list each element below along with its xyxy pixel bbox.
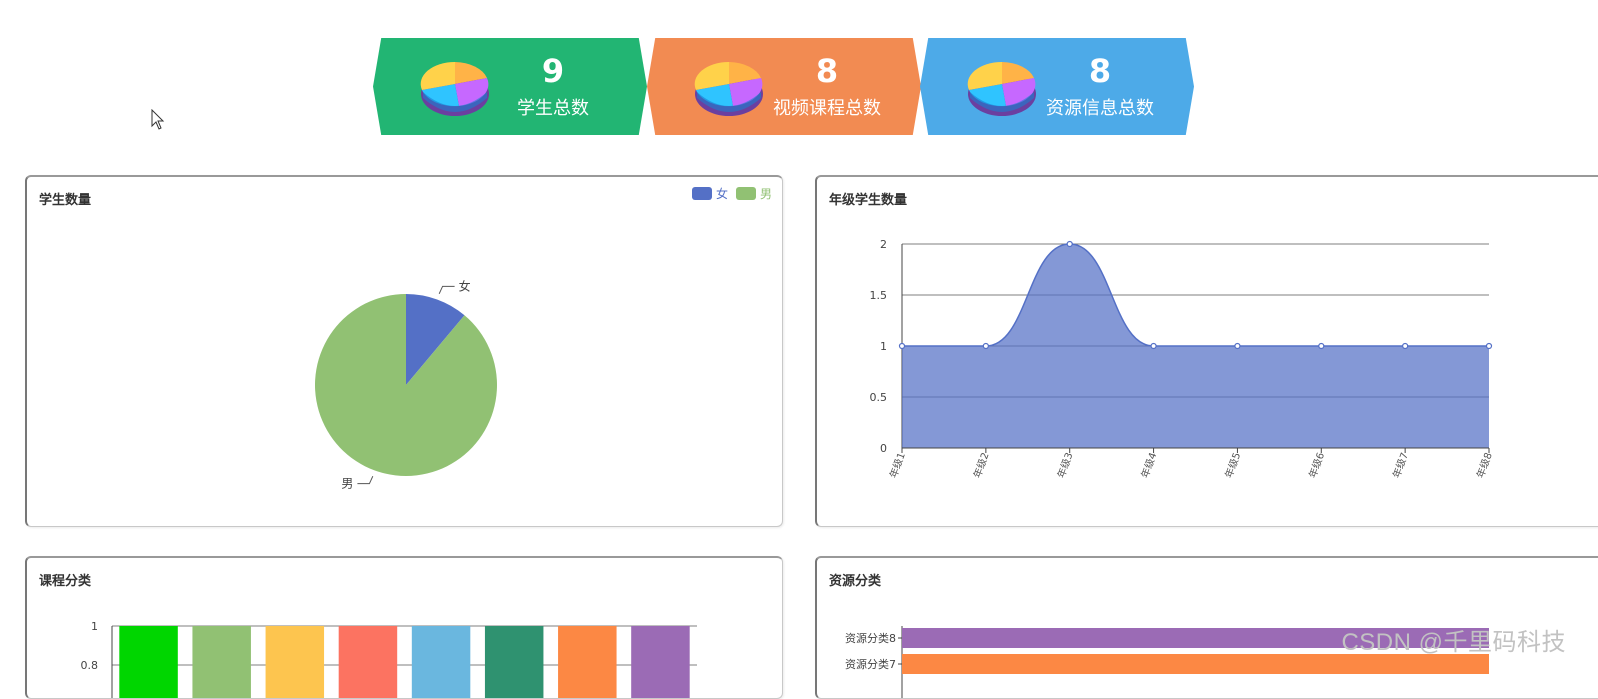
stat-value: 8 <box>815 52 839 90</box>
y-tick-label: 1 <box>91 620 98 633</box>
data-point <box>898 342 906 350</box>
stat-resources: 8 资源信息总数 <box>920 38 1194 135</box>
bar <box>902 654 1489 674</box>
y-tick-label: 1 <box>880 340 887 353</box>
y-tick-label: 资源分类7 <box>845 657 896 671</box>
data-point <box>982 342 989 350</box>
stat-videos: 8 视频课程总数 <box>647 38 921 135</box>
pie-chart: 女男 <box>314 278 498 491</box>
bar <box>484 626 544 698</box>
bar <box>558 626 617 698</box>
y-tick-label: 0.8 <box>81 659 99 672</box>
y-tick-label: 0.5 <box>870 391 888 404</box>
bar <box>119 626 178 698</box>
data-point <box>1318 342 1325 350</box>
y-tick-label: 资源分类8 <box>845 631 896 645</box>
stat-students: 9 学生总数 <box>373 38 647 135</box>
stat-label: 视频课程总数 <box>773 98 881 119</box>
data-point <box>1485 342 1493 350</box>
pie-label-line <box>438 285 455 295</box>
bar <box>192 626 251 698</box>
stat-value: 9 <box>541 52 565 90</box>
y-tick-label: 2 <box>880 238 887 251</box>
pie-slice <box>314 294 498 476</box>
y-tick-label: 0 <box>880 442 887 455</box>
data-point <box>1066 240 1073 248</box>
watermark: CSDN @千里码科技 <box>1341 629 1566 656</box>
bar <box>338 626 398 698</box>
data-point <box>1402 342 1409 350</box>
pie-label-line <box>357 475 374 485</box>
data-point <box>1234 342 1241 350</box>
mouse-cursor-icon <box>151 109 165 130</box>
x-tick-label: 年级4 <box>1138 451 1159 480</box>
x-tick-label: 年级1 <box>887 451 908 480</box>
x-tick-label: 年级2 <box>970 451 991 480</box>
stat-label: 资源信息总数 <box>1046 98 1154 119</box>
pie-label: 男 <box>341 477 353 491</box>
stat-value: 8 <box>1088 52 1112 90</box>
x-tick-label: 年级8 <box>1474 451 1495 480</box>
x-tick-label: 年级6 <box>1306 451 1327 480</box>
stat-label: 学生总数 <box>517 98 589 119</box>
x-tick-label: 年级7 <box>1390 451 1411 480</box>
panel-grade-count: 年级学生数量 0 0.5 1 1.5 2 年级1 年级2 年级3 年级4 年级5 年级6 年级7 年级8 <box>815 175 1598 527</box>
bar <box>265 626 325 698</box>
x-tick-label: 年级5 <box>1222 451 1243 480</box>
panel-student-count: 学生数量 女 男 女男 <box>25 175 783 527</box>
data-point <box>1150 342 1157 350</box>
x-tick-label: 年级3 <box>1054 451 1075 480</box>
pie-label: 女 <box>459 278 471 293</box>
bar <box>631 626 690 698</box>
panel-course-category: 课程分类 1 0.8 <box>25 556 783 699</box>
bar <box>411 626 471 698</box>
y-tick-label: 1.5 <box>870 289 888 302</box>
area-chart: 0 0.5 1 1.5 2 年级1 年级2 年级3 年级4 年级5 年级6 年级7 年级8 <box>870 238 1495 480</box>
bar-chart: 10.8 <box>81 620 697 698</box>
